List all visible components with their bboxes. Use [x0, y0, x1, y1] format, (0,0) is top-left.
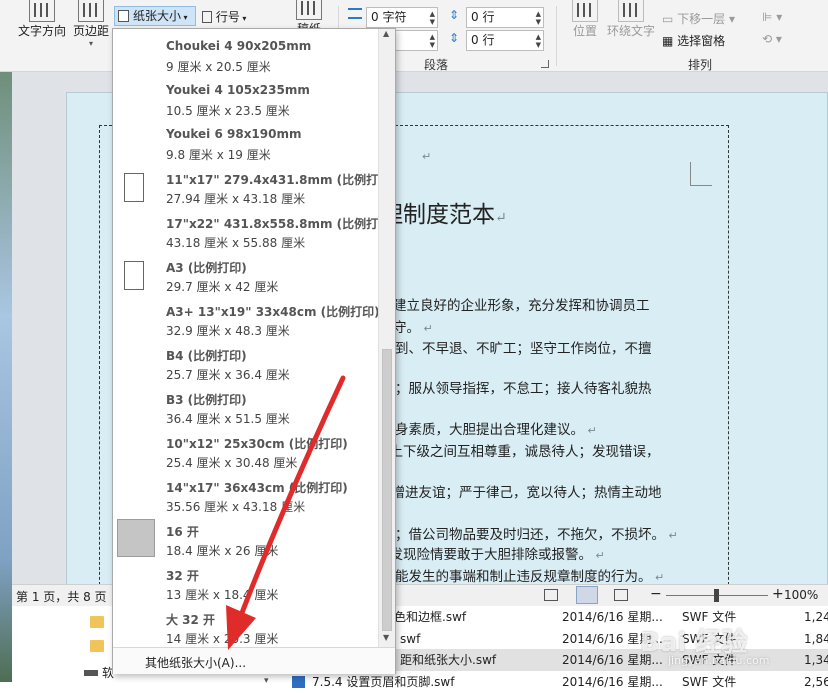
red-arrow-annotation [226, 375, 346, 650]
watermark-url: jingyan.baidu.com [668, 654, 770, 667]
